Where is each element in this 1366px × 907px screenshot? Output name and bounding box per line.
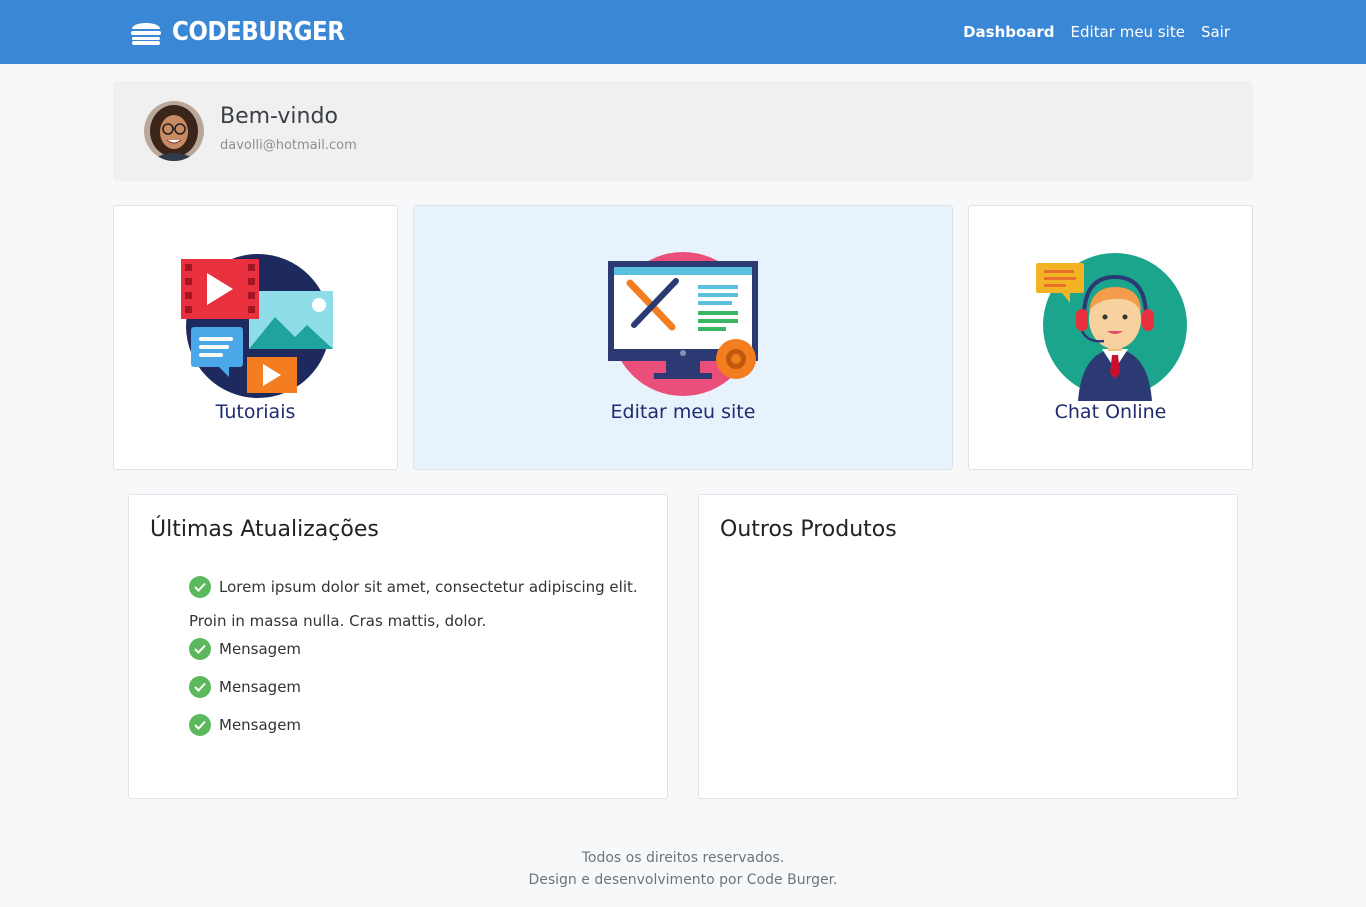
update-text: Lorem ipsum dolor sit amet, consectetur … bbox=[219, 578, 638, 596]
nav-editar-meu-site[interactable]: Editar meu site bbox=[1071, 23, 1185, 41]
welcome-panel: Bem-vindo davolli@hotmail.com bbox=[113, 81, 1253, 181]
card-label: Editar meu site bbox=[610, 401, 756, 423]
check-circle-icon bbox=[189, 576, 211, 598]
list-item: Mensagem bbox=[189, 676, 301, 698]
card-editar-meu-site[interactable]: Editar meu site bbox=[413, 205, 953, 470]
nav-sair[interactable]: Sair bbox=[1201, 23, 1230, 41]
card-label: Tutoriais bbox=[215, 401, 296, 423]
update-text: Mensagem bbox=[219, 716, 302, 734]
panel-title: Últimas Atualizações bbox=[150, 517, 379, 542]
nav-dashboard[interactable]: Dashboard bbox=[963, 23, 1054, 41]
avatar bbox=[144, 101, 204, 161]
list-item: Mensagem bbox=[189, 714, 301, 736]
footer-copyright: Todos os direitos reservados. bbox=[581, 850, 785, 866]
welcome-title: Bem-vindo bbox=[220, 104, 338, 129]
update-text: Mensagem bbox=[219, 640, 302, 658]
check-circle-icon bbox=[189, 714, 211, 736]
brand-logo[interactable]: CODEBURGER bbox=[130, 14, 345, 50]
card-tutoriais[interactable]: Tutoriais bbox=[113, 205, 398, 470]
check-circle-icon bbox=[189, 676, 211, 698]
update-text: Proin in massa nulla. Cras mattis, dolor… bbox=[189, 612, 487, 630]
user-email: davolli@hotmail.com bbox=[220, 138, 357, 153]
update-text: Mensagem bbox=[219, 678, 302, 696]
footer-credits: Design e desenvolvimento por Code Burger… bbox=[528, 872, 838, 888]
monitor-tools-icon bbox=[608, 252, 758, 396]
card-label: Chat Online bbox=[1054, 401, 1167, 423]
video-media-icon bbox=[180, 254, 333, 398]
burger-icon bbox=[131, 23, 161, 45]
brand-name: CODEBURGER bbox=[172, 17, 345, 47]
other-products-panel: Outros Produtos bbox=[698, 494, 1238, 799]
list-item: Mensagem bbox=[189, 638, 301, 660]
panel-title: Outros Produtos bbox=[720, 517, 897, 542]
main-nav: Dashboard Editar meu site Sair bbox=[963, 0, 1230, 64]
navbar: CODEBURGER Dashboard Editar meu site Sai… bbox=[0, 0, 1366, 64]
support-agent-icon bbox=[1035, 253, 1187, 401]
check-circle-icon bbox=[189, 638, 211, 660]
latest-updates-panel: Últimas Atualizações Lorem ipsum dolor s… bbox=[128, 494, 668, 799]
list-item: Lorem ipsum dolor sit amet, consectetur … bbox=[189, 576, 638, 598]
card-chat-online[interactable]: Chat Online bbox=[968, 205, 1253, 470]
